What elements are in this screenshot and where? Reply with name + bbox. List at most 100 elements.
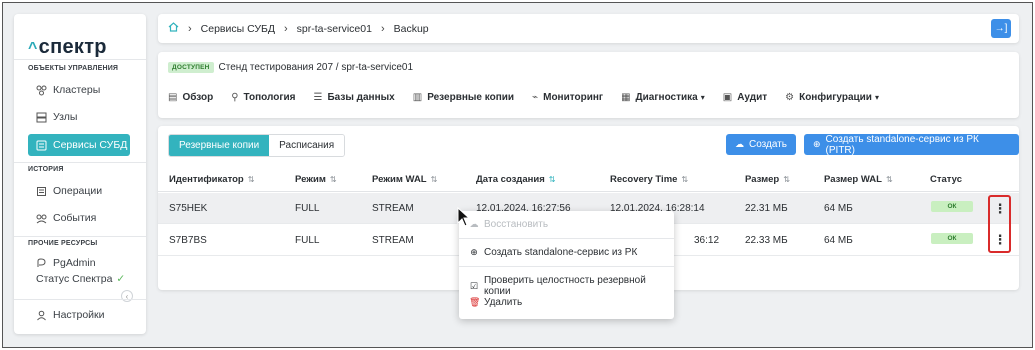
seg-backups[interactable]: Резервные копии [169,135,270,156]
collapse-sidebar-icon[interactable]: ‹ [121,290,133,302]
divider [14,236,146,237]
cell-size: 22.33 МБ [745,235,788,246]
mouse-cursor-icon [457,207,471,227]
page-title: Стенд тестирования 207 / spr-ta-service0… [218,62,414,73]
row-context-menu: ☁ Восстановить ⊕ Создать standalone-сервис… [459,211,674,319]
col-wal-size[interactable]: Размер WAL ⇅ [824,174,893,185]
sort-icon: ⇅ [247,175,255,184]
cell-id: S7B7BS [169,235,207,246]
col-recovery[interactable]: Recovery Time ⇅ [610,174,688,185]
sidebar-item-clusters[interactable]: Кластеры [28,79,130,101]
menu-item-create-standalone[interactable]: ⊕ Создать standalone-сервис из РК [469,247,637,258]
trash-icon: 🗑 [469,297,481,307]
row-actions-button[interactable]: ⋮ [993,200,1007,218]
tab-backups[interactable]: ▥ Резервные копии [413,92,514,103]
tab-overview[interactable]: ▤ Обзор [168,92,213,103]
breadcrumb-item[interactable]: spr-ta-service01 [297,23,372,35]
menu-item-restore: ☁ Восстановить [469,219,549,230]
operations-icon [36,186,47,197]
check-icon: ✓ [116,273,126,285]
plus-circle-icon: ⊕ [813,139,821,149]
tab-diagnostics[interactable]: ▦ Диагностика ▾ [621,92,705,103]
cell-wal-size: 64 МБ [824,203,853,214]
checkbox-icon: ☑ [469,280,478,291]
section-title-other: ПРОЧИЕ РЕСУРСЫ [28,240,98,247]
service-header: ДОСТУПЕН Стенд тестирования 207 / spr-ta… [158,52,1019,118]
logout-button[interactable]: →] [991,19,1011,38]
sidebar-item-settings[interactable]: Настройки [28,304,130,326]
sort-icon: ⇅ [329,175,337,184]
divider [14,162,146,163]
cell-mode: FULL [295,235,320,246]
sidebar-item-operations[interactable]: Операции [28,180,130,202]
tab-configurations[interactable]: ⚙ Конфигурации ▾ [785,92,879,103]
spectr-status[interactable]: Статус Спектра ✓ [36,273,125,285]
logout-icon: →] [994,23,1008,34]
view-switcher: Резервные копии Расписания [168,134,346,157]
sidebar-item-nodes[interactable]: Узлы [28,106,130,128]
doc-icon: ▤ [168,92,178,103]
logo-caret-icon: ^ [28,40,38,57]
col-created[interactable]: Дата создания ⇅ [476,174,555,185]
divider [459,238,674,239]
backup-icon: ▥ [412,92,423,103]
cell-size: 22.31 МБ [745,203,788,214]
kebab-icon: ⋮ [993,201,1007,216]
menu-item-verify[interactable]: ☑ Проверить целостность резервной копии [469,275,674,297]
tab-audit[interactable]: ▣ Аудит [723,92,767,103]
divider [459,266,674,267]
audit-icon: ▣ [722,92,733,103]
sort-icon: ⇅ [885,175,893,184]
server-icon [36,112,47,123]
section-title-history: ИСТОРИЯ [28,166,64,173]
cell-wal-mode: STREAM [372,235,414,246]
cell-wal-size: 64 МБ [824,235,853,246]
diagnostics-icon: ▦ [621,92,631,103]
col-size[interactable]: Размер ⇅ [745,174,790,185]
sort-active-icon: ⇅ [548,175,556,184]
seg-schedules[interactable]: Расписания [269,135,345,156]
create-backup-button[interactable]: ☁ Создать [726,134,797,155]
breadcrumb: › Сервисы СУБД › spr-ta-service01 › Back… [158,14,1019,43]
cloud-upload-icon: ☁ [735,139,744,149]
clusters-icon [36,85,47,96]
col-id[interactable]: Идентификатор ⇅ [169,174,254,185]
col-mode[interactable]: Режим ⇅ [295,174,337,185]
section-title-manage: ОБЪЕКТЫ УПРАВЛЕНИЯ [28,65,119,72]
logo[interactable]: ^спектр [28,36,107,59]
database-icon: ☰ [313,92,323,103]
cell-recovery: 36:12 [694,235,720,246]
user-icon [36,310,47,321]
status-badge: ДОСТУПЕН [168,62,214,73]
database-service-icon [36,140,47,151]
sort-icon: ⇅ [430,175,438,184]
sidebar-item-dbms-services[interactable]: Сервисы СУБД [28,134,130,156]
create-standalone-button[interactable]: ⊕ Создать standalone-сервис из РК (PITR) [804,134,1019,156]
tab-topology[interactable]: ⚲ Топология [231,92,295,103]
menu-item-delete[interactable]: 🗑 Удалить [469,297,522,308]
chevron-down-icon: ▾ [700,93,705,102]
chevron-down-icon: ▾ [874,93,879,102]
chevron-right-icon: › [284,22,288,35]
topology-icon: ⚲ [231,92,239,103]
service-tabs: ▤ Обзор ⚲ Топология ☰ Базы данных ▥ Резервны… [168,92,897,103]
status-badge: ОК [931,233,973,244]
tab-databases[interactable]: ☰ Базы данных [314,92,395,103]
sidebar-item-events[interactable]: События [28,207,130,229]
events-icon [36,213,47,224]
cell-id: S75HEK [169,203,208,214]
plus-circle-icon: ⊕ [470,247,478,257]
table-header: Идентификатор ⇅ Режим ⇅ Режим WAL ⇅ Дата со… [158,166,1019,192]
chevron-right-icon: › [188,22,192,35]
chevron-right-icon: › [380,22,385,35]
kebab-icon: ⋮ [993,232,1007,247]
sidebar-item-pgadmin[interactable]: PgAdmin [28,254,130,272]
col-wal-mode[interactable]: Режим WAL ⇅ [372,174,437,185]
home-icon[interactable] [168,22,179,35]
col-status: Статус [930,174,963,185]
divider [14,59,146,60]
status-badge: ОК [931,201,973,212]
row-actions-button[interactable]: ⋮ [993,231,1007,249]
tab-monitoring[interactable]: ⌁ Мониторинг [532,92,603,103]
breadcrumb-item[interactable]: Сервисы СУБД [201,23,275,35]
